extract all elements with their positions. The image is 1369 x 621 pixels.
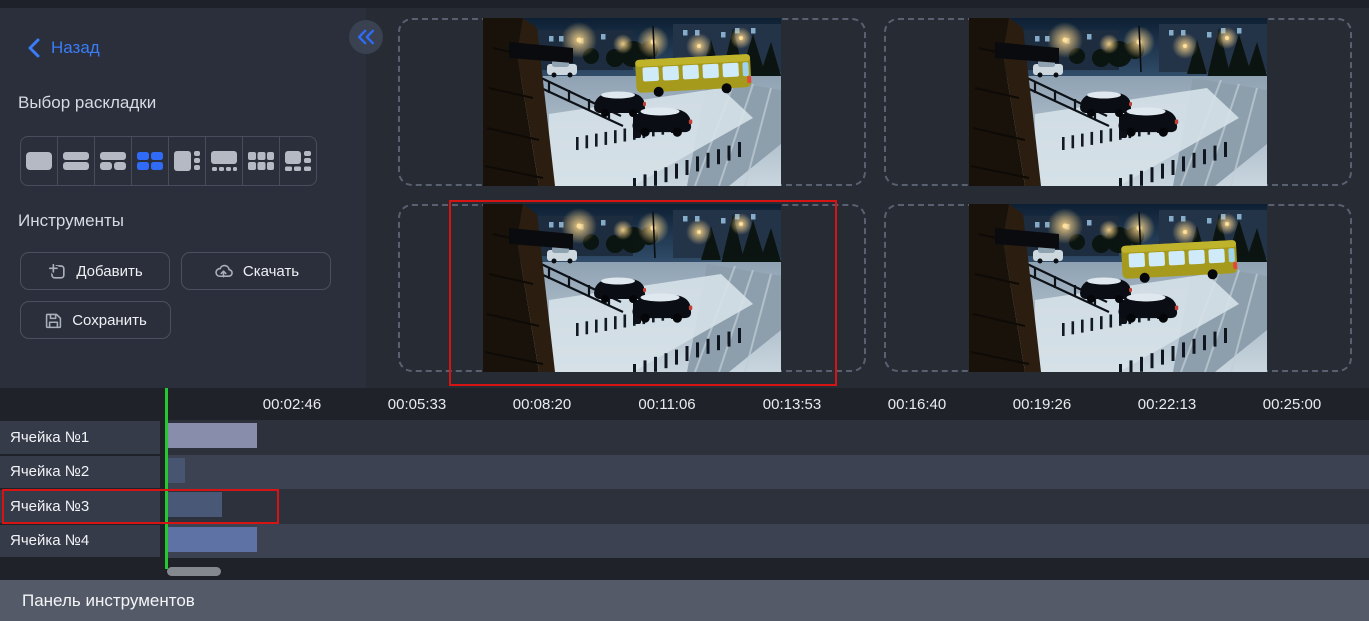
layout-option-layout-2x2[interactable] xyxy=(132,137,169,185)
layout-1-plus-3-right-icon xyxy=(172,148,202,174)
ruler-time-label: 00:22:13 xyxy=(1138,396,1196,413)
camera-cell-1[interactable] xyxy=(398,18,866,186)
selected-row-highlight xyxy=(2,489,279,524)
collapse-sidebar-button[interactable] xyxy=(349,20,383,54)
layout-selector xyxy=(20,136,317,186)
camera-frame xyxy=(483,18,781,186)
ruler-time-label: 00:11:06 xyxy=(638,396,695,413)
ruler-time-label: 00:25:00 xyxy=(1263,396,1321,413)
row-track-1[interactable] xyxy=(167,420,1369,455)
layout-section-title: Выбор раскладки xyxy=(18,93,156,113)
back-label: Назад xyxy=(51,38,100,58)
ruler-time-label: 00:13:53 xyxy=(763,396,821,413)
timeline-ruler[interactable]: 00:02:46 00:05:33 00:08:20 00:11:06 00:13:53… xyxy=(0,388,1369,420)
layout-option-layout-2-rows[interactable] xyxy=(58,137,95,185)
tools-section-title: Инструменты xyxy=(18,211,124,231)
layout-option-layout-3x2[interactable] xyxy=(243,137,280,185)
layout-option-layout-single[interactable] xyxy=(21,137,58,185)
row-label-1[interactable]: Ячейка №1 xyxy=(0,421,160,454)
timeline-tracks: Ячейка №1Ячейка №2Ячейка №3Ячейка №4 xyxy=(0,420,1369,558)
ruler-time-label: 00:05:33 xyxy=(388,396,446,413)
row-label-4[interactable]: Ячейка №4 xyxy=(0,525,160,558)
camera-grid xyxy=(366,8,1369,388)
chevron-left-icon xyxy=(26,38,42,58)
layout-option-layout-1-plus-2-bottom[interactable] xyxy=(95,137,132,185)
top-strip xyxy=(0,0,1369,8)
floppy-save-icon xyxy=(44,311,63,330)
playhead[interactable] xyxy=(165,388,168,569)
toolbar-title: Панель инструментов xyxy=(22,580,195,621)
save-label: Сохранить xyxy=(72,312,147,329)
layout-option-layout-1-plus-3-right[interactable] xyxy=(169,137,206,185)
row-label-2[interactable]: Ячейка №2 xyxy=(0,456,160,489)
save-button[interactable]: Сохранить xyxy=(20,301,171,339)
bottom-toolbar: Панель инструментов xyxy=(0,580,1369,621)
timeline-row-4: Ячейка №4 xyxy=(0,524,1369,559)
layout-option-layout-1-plus-4-bottom[interactable] xyxy=(206,137,243,185)
layout-3x2-icon xyxy=(246,148,276,174)
layout-2-rows-icon xyxy=(61,148,91,174)
camera-cell-4[interactable] xyxy=(884,204,1352,372)
clip-bar-4[interactable] xyxy=(168,527,257,552)
camera-frame xyxy=(969,204,1267,372)
clip-bar-2[interactable] xyxy=(168,458,185,483)
layout-2x2-icon xyxy=(135,148,165,174)
chevrons-left-icon xyxy=(356,28,376,46)
timeline-row-1: Ячейка №1 xyxy=(0,420,1369,455)
back-button[interactable]: Назад xyxy=(26,38,100,58)
selected-cell-highlight xyxy=(449,200,837,386)
camera-cell-2[interactable] xyxy=(884,18,1352,186)
layout-1-plus-5-icon xyxy=(283,148,313,174)
timeline-row-2: Ячейка №2 xyxy=(0,455,1369,490)
row-track-4[interactable] xyxy=(167,524,1369,559)
clip-bar-1[interactable] xyxy=(168,423,257,448)
app-window: Назад Выбор раскладки Инструменты Добави… xyxy=(0,0,1369,621)
layout-1-plus-4-bottom-icon xyxy=(209,148,239,174)
row-track-3[interactable] xyxy=(167,489,1369,524)
cloud-upload-icon xyxy=(213,261,234,281)
ruler-time-label: 00:02:46 xyxy=(263,396,321,413)
layout-option-layout-1-plus-5[interactable] xyxy=(280,137,316,185)
add-button[interactable]: Добавить xyxy=(20,252,170,290)
row-track-2[interactable] xyxy=(167,455,1369,490)
timeline-scrollbar xyxy=(0,558,1369,580)
add-frame-icon xyxy=(47,261,67,281)
download-label: Скачать xyxy=(243,263,299,280)
sidebar: Назад Выбор раскладки Инструменты Добави… xyxy=(0,8,366,388)
camera-frame xyxy=(969,18,1267,186)
download-button[interactable]: Скачать xyxy=(181,252,331,290)
ruler-time-label: 00:08:20 xyxy=(513,396,571,413)
add-label: Добавить xyxy=(76,263,142,280)
scrollbar-thumb[interactable] xyxy=(167,567,221,576)
ruler-time-label: 00:19:26 xyxy=(1013,396,1071,413)
layout-1-plus-2-bottom-icon xyxy=(98,148,128,174)
ruler-time-label: 00:16:40 xyxy=(888,396,946,413)
layout-single-icon xyxy=(24,148,54,174)
